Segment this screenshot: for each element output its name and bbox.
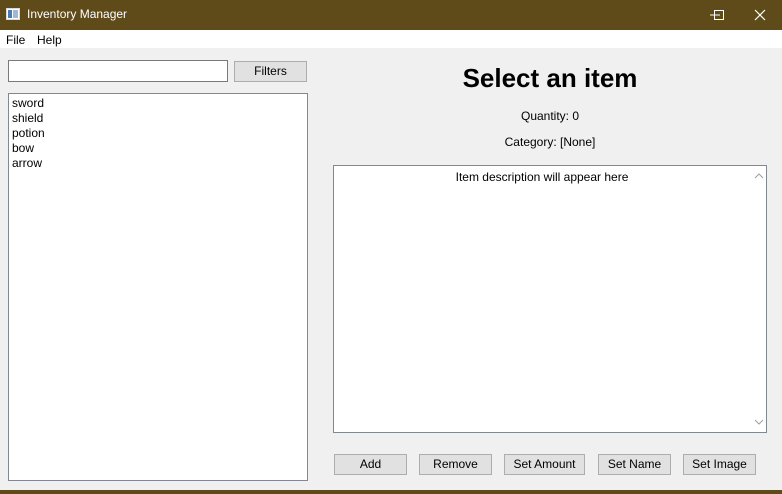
category-label: Category: [None] xyxy=(504,135,596,149)
set-image-button[interactable]: Set Image xyxy=(683,454,756,475)
list-item-arrow[interactable]: arrow xyxy=(12,156,304,171)
menu-bar: File Help xyxy=(0,30,782,48)
scroll-up-icon[interactable] xyxy=(752,170,766,182)
list-item-potion[interactable]: potion xyxy=(12,126,304,141)
quantity-label: Quantity: 0 xyxy=(520,109,580,123)
set-name-button[interactable]: Set Name xyxy=(598,454,671,475)
add-button[interactable]: Add xyxy=(334,454,407,475)
maximize-icon xyxy=(714,10,724,20)
remove-button[interactable]: Remove xyxy=(419,454,492,475)
item-list[interactable]: sword shield potion bow arrow xyxy=(8,93,308,481)
close-button[interactable] xyxy=(737,0,782,30)
list-item-sword[interactable]: sword xyxy=(12,96,304,111)
menu-file[interactable]: File xyxy=(6,33,25,47)
filters-button[interactable]: Filters xyxy=(234,61,307,82)
window-title: Inventory Manager xyxy=(27,7,128,21)
list-item-bow[interactable]: bow xyxy=(12,141,304,156)
description-textarea[interactable]: Item description will appear here xyxy=(333,165,767,433)
title-bar[interactable]: Inventory Manager xyxy=(0,0,782,30)
app-window-icon xyxy=(6,8,20,20)
close-icon xyxy=(754,9,766,21)
description-text: Item description will appear here xyxy=(455,170,629,184)
main-panel: Filters sword shield potion bow arrow Se… xyxy=(0,48,782,490)
set-amount-button[interactable]: Set Amount xyxy=(504,454,585,475)
list-item-shield[interactable]: shield xyxy=(12,111,304,126)
scroll-down-icon[interactable] xyxy=(752,416,766,428)
item-title: Select an item xyxy=(462,63,638,93)
search-input[interactable] xyxy=(8,60,228,82)
menu-help[interactable]: Help xyxy=(37,33,62,47)
